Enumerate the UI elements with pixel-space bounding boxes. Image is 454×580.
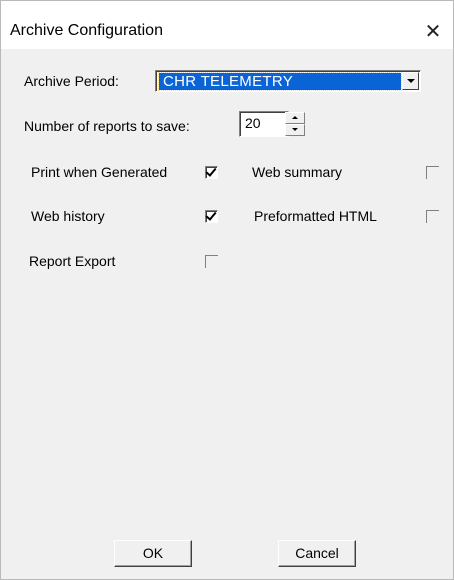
check-icon	[205, 209, 217, 221]
archive-period-value: CHR TELEMETRY	[163, 73, 294, 90]
web-summary-checkbox[interactable]	[426, 166, 439, 179]
option-label-report-export: Report Export	[29, 253, 116, 269]
report-export-checkbox[interactable]	[205, 255, 218, 268]
option-label-preformatted-html: Preformatted HTML	[254, 208, 377, 224]
ok-button[interactable]: OK	[114, 540, 192, 567]
print-when-generated-checkbox[interactable]	[205, 165, 218, 179]
spin-up-button[interactable]	[285, 112, 305, 124]
reports-count-label: Number of reports to save:	[24, 118, 190, 134]
close-button[interactable]: ✕	[413, 15, 453, 49]
close-icon: ✕	[424, 21, 442, 43]
archive-period-selection: CHR TELEMETRY	[158, 72, 402, 91]
check-icon	[205, 165, 217, 177]
spin-down-button[interactable]	[285, 124, 305, 136]
archive-period-select[interactable]: CHR TELEMETRY	[155, 70, 421, 92]
archive-period-label: Archive Period:	[24, 73, 119, 89]
reports-count-value: 20	[245, 115, 261, 131]
preformatted-html-checkbox[interactable]	[426, 210, 439, 223]
title-bar: Archive Configuration ✕	[1, 1, 453, 49]
archive-configuration-dialog: Archive Configuration ✕ Archive Period: …	[0, 0, 454, 580]
archive-period-dropdown-button[interactable]	[402, 72, 419, 90]
spin-up-icon	[292, 116, 298, 119]
chevron-down-icon	[407, 79, 415, 83]
web-history-checkbox[interactable]	[205, 209, 218, 223]
option-label-web-summary: Web summary	[252, 164, 342, 180]
option-label-web-history: Web history	[31, 208, 105, 224]
reports-count-input[interactable]: 20	[239, 111, 289, 137]
cancel-button[interactable]: Cancel	[278, 540, 356, 567]
reports-count-spinner	[285, 112, 305, 136]
spin-down-icon	[292, 128, 298, 131]
dialog-title: Archive Configuration	[10, 22, 163, 39]
option-label-print-when-generated: Print when Generated	[31, 164, 168, 180]
